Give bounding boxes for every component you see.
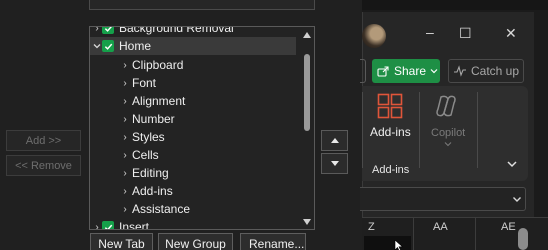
- tree-group-add-ins[interactable]: › Add-ins: [120, 182, 173, 200]
- checkbox-checked[interactable]: [102, 27, 114, 34]
- chevron-right-icon[interactable]: ›: [120, 60, 130, 71]
- tree-item-label: Font: [132, 76, 157, 90]
- tree-scrollbar[interactable]: [301, 27, 313, 229]
- chevron-right-icon[interactable]: ›: [120, 132, 130, 143]
- chevron-right-icon[interactable]: ›: [120, 96, 130, 107]
- scroll-up-arrow-icon[interactable]: [303, 32, 311, 38]
- tree-item-label: Home: [119, 39, 152, 53]
- chevron-right-icon[interactable]: ›: [92, 27, 102, 34]
- triangle-up-icon: [330, 138, 339, 143]
- tree-group-alignment[interactable]: › Alignment: [120, 92, 185, 110]
- chevron-down-icon: [444, 142, 452, 147]
- triangle-down-icon: [330, 161, 339, 166]
- ribbon-tabs-tree[interactable]: › Background Removal Home › Clipboard › Fo…: [89, 26, 315, 230]
- chevron-right-icon[interactable]: ›: [120, 204, 130, 215]
- checkbox-checked[interactable]: [102, 221, 114, 229]
- scroll-down-arrow-icon[interactable]: [303, 219, 311, 225]
- tree-group-assistance[interactable]: › Assistance: [120, 200, 190, 218]
- restore-icon[interactable]: ☐: [459, 25, 472, 42]
- toolbar-button-clipped[interactable]: [360, 59, 366, 83]
- move-down-button[interactable]: [321, 153, 348, 174]
- chevron-right-icon[interactable]: ›: [120, 168, 130, 179]
- catch-up-button[interactable]: Catch up: [448, 59, 524, 83]
- remove-button[interactable]: << Remove: [6, 155, 81, 176]
- column-separator: [413, 217, 414, 250]
- share-label: Share: [394, 64, 427, 78]
- customize-ribbon-dialog: Add >> << Remove › Background Removal Ho…: [0, 0, 362, 250]
- ribbon-divider: [362, 92, 363, 168]
- tree-group-cells[interactable]: › Cells: [120, 146, 159, 164]
- copilot-label[interactable]: Copilot: [431, 127, 465, 139]
- tree-item-label: Editing: [132, 166, 169, 180]
- chevron-right-icon[interactable]: ›: [120, 150, 130, 161]
- add-ins-icon[interactable]: [377, 93, 403, 119]
- ribbon-divider: [477, 92, 478, 168]
- tree-item-label: Clipboard: [132, 58, 184, 72]
- chevron-down-icon[interactable]: [92, 41, 102, 51]
- tree-item-label: Number: [132, 112, 175, 126]
- chevron-right-icon[interactable]: ›: [120, 186, 130, 197]
- excel-window-region: – ☐ ✕ Share Catch up Add-ins Add-ins Cop…: [360, 0, 548, 250]
- catch-up-label: Catch up: [471, 64, 520, 78]
- copilot-icon[interactable]: [433, 93, 459, 119]
- chevron-right-icon[interactable]: ›: [92, 222, 102, 230]
- vertical-scrollbar-thumb[interactable]: [518, 228, 528, 250]
- expand-formula-bar-icon[interactable]: [512, 194, 522, 204]
- collapse-ribbon-chevron-icon[interactable]: [506, 158, 518, 170]
- column-header-aa[interactable]: AA: [433, 217, 448, 236]
- mouse-pointer-icon: [394, 240, 404, 250]
- tree-group-font[interactable]: › Font: [120, 74, 156, 92]
- new-tab-button[interactable]: New Tab: [90, 233, 153, 250]
- chevron-right-icon[interactable]: ›: [120, 114, 130, 125]
- chevron-down-icon: [430, 69, 438, 74]
- tree-item-home[interactable]: Home: [90, 37, 296, 55]
- new-group-button[interactable]: New Group: [158, 233, 233, 250]
- chevron-right-icon[interactable]: ›: [120, 78, 130, 89]
- minimize-icon[interactable]: –: [426, 24, 434, 40]
- rename-button[interactable]: Rename...: [240, 233, 306, 250]
- close-icon[interactable]: ✕: [505, 25, 517, 42]
- tree-group-number[interactable]: › Number: [120, 110, 175, 128]
- tree-item-insert[interactable]: › Insert: [92, 218, 150, 230]
- tree-item-label: Cells: [132, 148, 159, 162]
- tree-item-label: Add-ins: [132, 184, 173, 198]
- share-button[interactable]: Share: [372, 59, 440, 83]
- tree-group-clipboard[interactable]: › Clipboard: [120, 56, 183, 74]
- formula-bar[interactable]: [360, 187, 526, 211]
- scrollbar-thumb[interactable]: [304, 54, 310, 131]
- move-up-button[interactable]: [321, 130, 348, 151]
- tree-item-label: Background Removal: [119, 26, 234, 35]
- tree-item-label: Styles: [132, 130, 165, 144]
- commands-list-box[interactable]: [89, 0, 315, 10]
- activity-icon: [454, 65, 466, 77]
- checkbox-checked[interactable]: [102, 40, 114, 52]
- tree-item-background-removal[interactable]: › Background Removal: [92, 26, 234, 37]
- column-header-ae[interactable]: AE: [501, 217, 516, 236]
- tree-item-label: Insert: [119, 220, 150, 230]
- tree-group-editing[interactable]: › Editing: [120, 164, 169, 182]
- add-ins-button-label[interactable]: Add-ins: [370, 125, 411, 139]
- tree-item-label: Alignment: [132, 94, 186, 108]
- add-ins-group-label: Add-ins: [372, 164, 410, 176]
- tree-item-label: Assistance: [132, 202, 191, 216]
- tree-group-styles[interactable]: › Styles: [120, 128, 165, 146]
- ribbon-divider: [419, 92, 420, 168]
- window-edge: [362, 0, 548, 10]
- column-header-z[interactable]: Z: [368, 217, 375, 236]
- avatar[interactable]: [362, 24, 386, 48]
- share-icon: [377, 66, 389, 77]
- add-button[interactable]: Add >>: [6, 130, 81, 151]
- column-separator: [475, 217, 476, 250]
